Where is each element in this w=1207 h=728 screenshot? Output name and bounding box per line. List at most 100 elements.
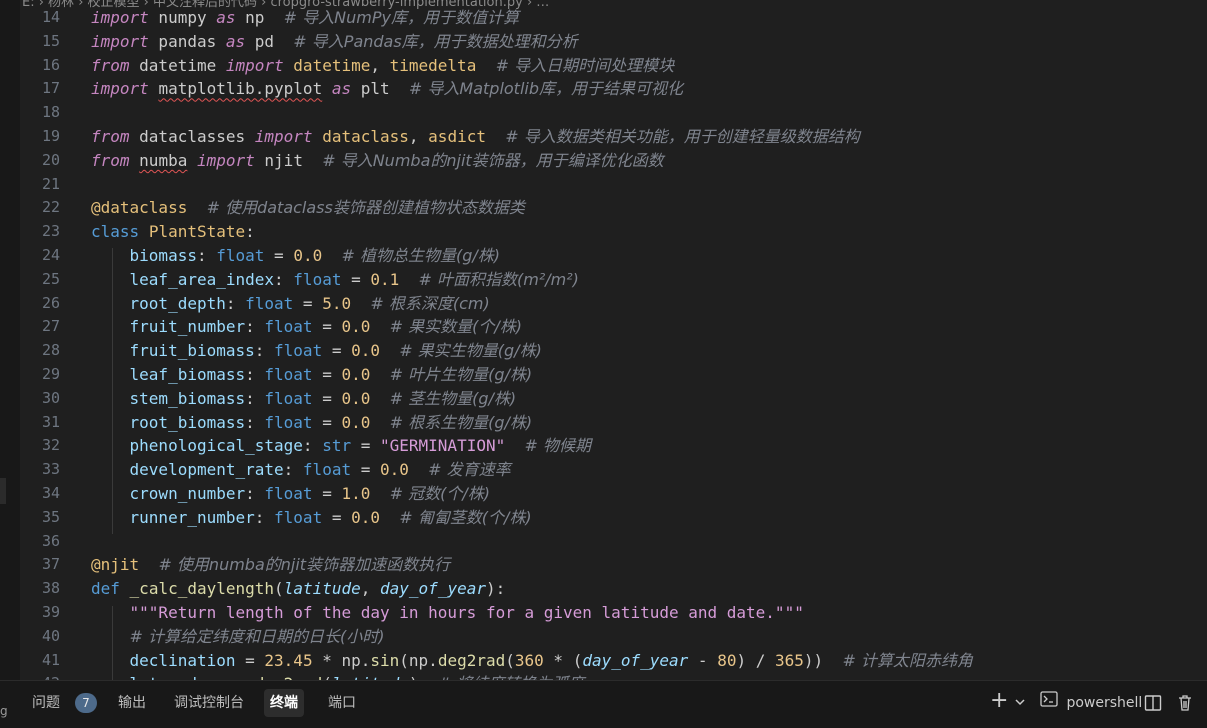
line-number: 22 — [41, 198, 60, 217]
code-token: from — [91, 55, 130, 75]
code-line[interactable]: 38 def _calc_daylength(latitude, day_of_y… — [20, 577, 1207, 601]
code-text: stem_biomass: float = 0.0 # 茎生物量(g/株) — [91, 387, 517, 411]
line-number: 14 — [41, 8, 60, 26]
code-text: crown_number: float = 1.0 # 冠数(个/株) — [91, 482, 490, 506]
code-line[interactable]: 14 import numpy as np # 导入NumPy库，用于数值计算 — [20, 6, 1207, 30]
code-token: float — [302, 460, 352, 480]
code-token: dataclass — [322, 127, 409, 146]
code-line[interactable]: 18 — [20, 101, 1207, 125]
code-token: # 使用numba的njit装饰器加速函数执行 — [158, 555, 451, 575]
code-line[interactable]: 22 @dataclass # 使用dataclass装饰器创建植物状态数据类 — [20, 196, 1207, 220]
code-line[interactable]: 32 phenological_stage: str = "GERMINATIO… — [20, 434, 1207, 458]
code-line[interactable]: 40 # 计算给定纬度和日期的日长(小时) — [20, 625, 1207, 649]
code-token: stem_biomass — [129, 388, 246, 408]
code-token: : — [302, 436, 323, 456]
line-number: 24 — [41, 246, 60, 264]
code-token: import — [254, 127, 313, 146]
line-number: 15 — [41, 31, 60, 50]
code-line[interactable]: 39 """Return length of the day in hours … — [20, 601, 1207, 625]
code-text: phenological_stage: str = "GERMINATION" … — [91, 434, 591, 458]
line-number: 40 — [41, 626, 60, 645]
chevron-down-icon[interactable] — [1014, 691, 1026, 715]
code-line[interactable]: 28 fruit_biomass: float = 0.0 # 果实生物量(g/… — [20, 339, 1207, 363]
line-number: 39 — [41, 603, 60, 621]
code-token: declination — [129, 650, 236, 670]
code-line[interactable]: 33 development_rate: float = 0.0 # 发育速率 — [20, 458, 1207, 482]
line-number: 28 — [41, 341, 60, 360]
terminal-shell-selector[interactable]: powershell — [1040, 691, 1142, 715]
line-number: 19 — [41, 127, 60, 145]
code-line[interactable]: 35 runner_number: float = 0.0 # 匍匐茎数(个/株… — [20, 506, 1207, 530]
code-token: : — [196, 246, 217, 265]
code-token: # 导入Pandas库，用于数据处理和分析 — [293, 31, 578, 51]
code-line[interactable]: 20 from numba import njit # 导入Numba的njit装… — [20, 149, 1207, 173]
code-token: # 果实数量(个/株) — [389, 317, 523, 337]
line-number: 27 — [41, 317, 60, 336]
tab-problems[interactable]: 问题 — [26, 689, 66, 717]
code-token: development_rate — [129, 460, 284, 480]
code-line[interactable]: 34 crown_number: float = 1.0 # 冠数(个/株) — [20, 482, 1207, 506]
code-line[interactable]: 37 @njit # 使用numba的njit装饰器加速函数执行 — [20, 553, 1207, 577]
line-number: 34 — [41, 484, 60, 502]
code-token: 23.45 — [264, 650, 313, 670]
code-token: # 叶面积指数(m²/m²) — [418, 269, 579, 289]
code-line[interactable]: 25 leaf_area_index: float = 0.1 # 叶面积指数(… — [20, 268, 1207, 292]
code-token: # 导入数据类相关功能，用于创建轻量级数据结构 — [505, 127, 860, 146]
line-number: 29 — [41, 365, 60, 383]
code-token: """Return length of the day in hours for… — [129, 603, 804, 622]
split-terminal-icon[interactable] — [1144, 691, 1162, 715]
trash-icon[interactable] — [1176, 691, 1194, 715]
code-token: 365 — [775, 650, 804, 670]
code-line[interactable]: 42 lat_rad = np.deg2rad(latitude) # 将纬度转… — [20, 672, 1207, 680]
code-line[interactable]: 15 import pandas as pd # 导入Pandas库，用于数据处理… — [20, 30, 1207, 54]
code-token: ( — [274, 579, 284, 599]
code-token: as — [331, 79, 352, 99]
code-text: class PlantState: — [91, 220, 255, 244]
code-line[interactable]: 24 biomass: float = 0.0 # 植物总生物量(g/株) — [20, 244, 1207, 268]
code-line[interactable]: 26 root_depth: float = 5.0 # 根系深度(cm) — [20, 292, 1207, 316]
code-token: float — [264, 317, 313, 337]
code-line[interactable]: 41 declination = 23.45 * np.sin(np.deg2r… — [20, 649, 1207, 673]
code-token: datetime — [129, 55, 226, 75]
code-line[interactable]: 17 import matplotlib.pyplot as plt # 导入Ma… — [20, 77, 1207, 101]
tab-ports[interactable]: 端口 — [322, 689, 362, 717]
code-text: from dataclasses import dataclass, asdic… — [91, 125, 860, 149]
code-line[interactable]: 30 stem_biomass: float = 0.0 # 茎生物量(g/株) — [20, 387, 1207, 411]
code-token: = — [312, 412, 342, 432]
code-token: str — [322, 436, 352, 456]
code-line[interactable]: 36 — [20, 530, 1207, 554]
tab-debug-console[interactable]: 调试控制台 — [168, 689, 250, 717]
tab-terminal[interactable]: 终端 — [264, 689, 304, 717]
code-line[interactable]: 27 fruit_number: float = 0.0 # 果实数量(个/株) — [20, 315, 1207, 339]
code-token: day_of_year — [582, 650, 689, 670]
code-text: # 计算给定纬度和日期的日长(小时) — [91, 625, 385, 649]
code-line[interactable]: 31 root_biomass: float = 0.0 # 根系生物量(g/株… — [20, 411, 1207, 435]
code-line[interactable]: 16 from datetime import datetime, timedel… — [20, 54, 1207, 78]
code-token: deg2rad — [437, 650, 506, 670]
code-line[interactable]: 19 from dataclasses import dataclass, asd… — [20, 125, 1207, 149]
code-token: # 发育速率 — [428, 460, 511, 480]
code-line[interactable]: 29 leaf_biomass: float = 0.0 # 叶片生物量(g/株… — [20, 363, 1207, 387]
code-line[interactable]: 21 — [20, 173, 1207, 197]
new-terminal-button[interactable]: + — [990, 689, 1008, 713]
line-number: 30 — [41, 388, 60, 407]
code-token: pd — [245, 31, 294, 51]
code-token: datetime — [293, 55, 371, 75]
code-editor[interactable]: 14 import numpy as np # 导入NumPy库，用于数值计算 15… — [20, 6, 1207, 680]
line-number: 16 — [41, 55, 60, 74]
code-token: float — [264, 484, 313, 503]
code-line[interactable]: 23 class PlantState: — [20, 220, 1207, 244]
tab-output[interactable]: 输出 — [112, 689, 152, 717]
